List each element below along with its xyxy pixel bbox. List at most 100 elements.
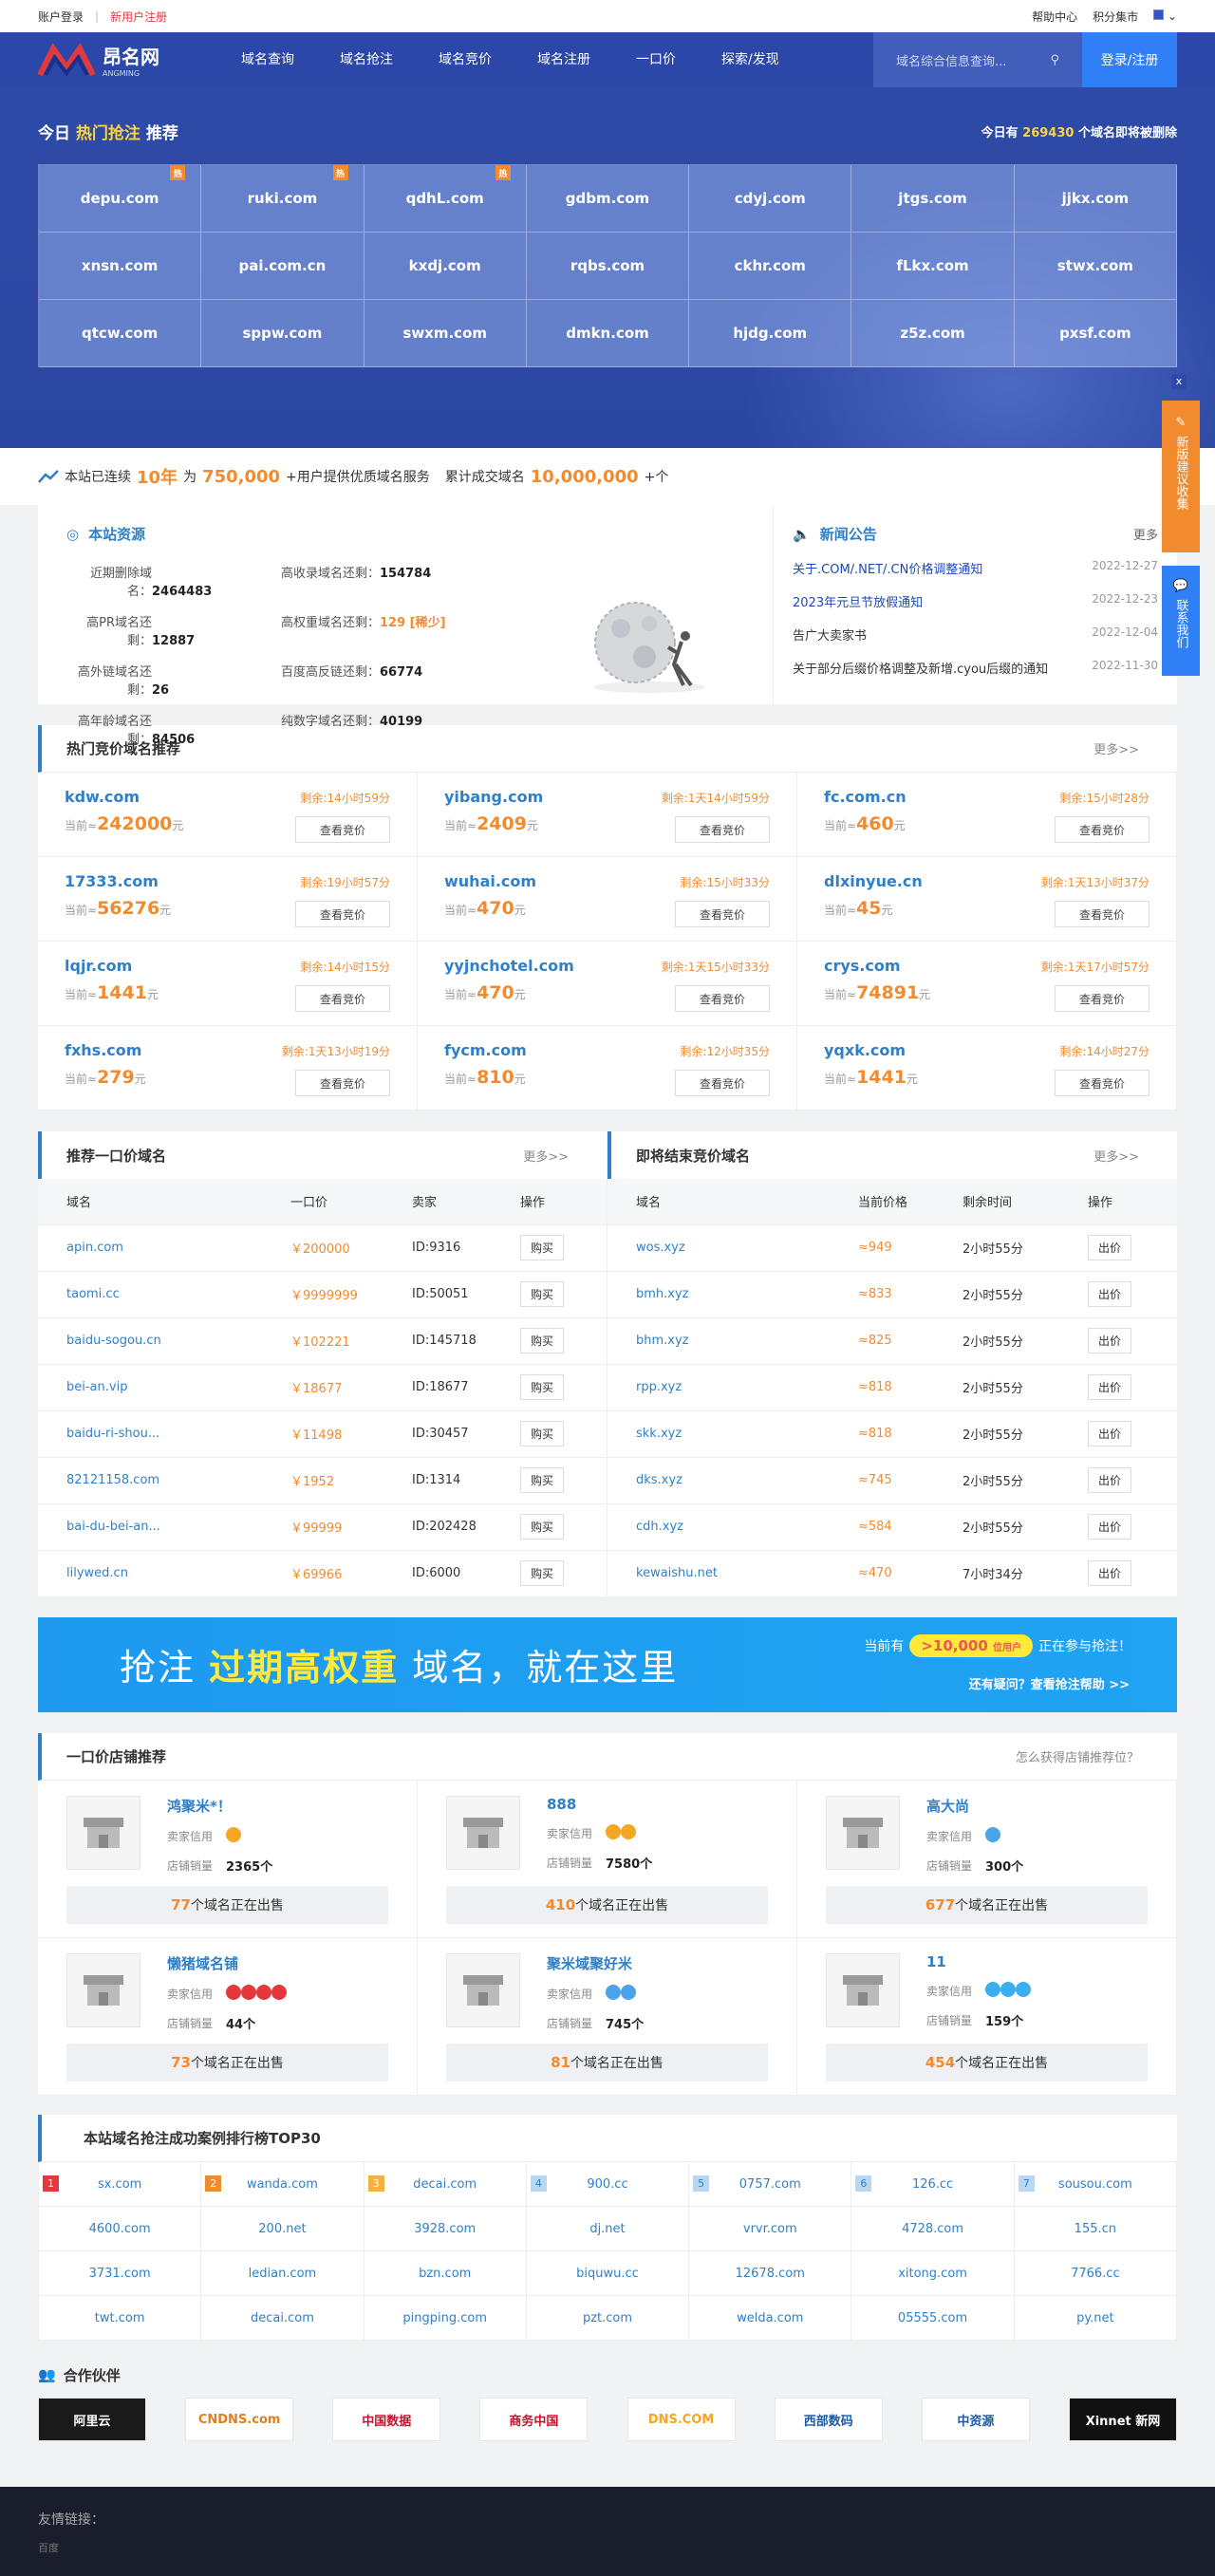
domain-cell[interactable]: bei-an.vip [38, 1363, 262, 1410]
top30-cell[interactable]: 12678.com [689, 2251, 852, 2296]
shop-card[interactable]: 鸿聚米*！ 卖家信用 店铺销量 2365个 77 个域名正在出售 [38, 1781, 418, 1938]
top30-domain[interactable]: dj.net [589, 2222, 625, 2236]
hot-domain-cell[interactable]: pai.com.cn [201, 233, 364, 300]
view-auction-button[interactable]: 查看竞价 [1055, 816, 1150, 843]
view-auction-button[interactable]: 查看竞价 [675, 985, 770, 1012]
top30-cell[interactable]: sousou.com 7 [1014, 2162, 1177, 2207]
contact-float-button[interactable]: 💬 联系我们 [1162, 566, 1200, 676]
buy-button[interactable]: 购买 [520, 1560, 565, 1587]
news-title-link[interactable]: 关于.COM/.NET/.CN价格调整通知 [793, 559, 982, 577]
top30-domain[interactable]: 0757.com [739, 2177, 801, 2192]
partner-logo[interactable]: DNS.COM [626, 2398, 736, 2441]
top30-domain[interactable]: sousou.com [1058, 2177, 1132, 2192]
top30-domain[interactable]: 155.cn [1075, 2222, 1116, 2236]
top30-domain[interactable]: py.net [1076, 2311, 1114, 2325]
shop-name[interactable]: 聚米域聚好米 [547, 1953, 768, 1973]
hot-domain-cell[interactable]: ruki.com 热 [201, 165, 364, 233]
top30-domain[interactable]: 7766.cc [1071, 2267, 1120, 2281]
news-item[interactable]: 关于.COM/.NET/.CN价格调整通知 2022-12-27 [793, 559, 1158, 577]
hot-domain-cell[interactable]: hjdg.com [689, 300, 852, 367]
partner-logo[interactable]: 阿里云 [38, 2398, 146, 2441]
nav-item[interactable]: 域名注册 [514, 32, 613, 87]
top30-cell[interactable]: 4728.com [851, 2207, 1015, 2251]
nav-item[interactable]: 域名抢注 [317, 32, 416, 87]
domain-cell[interactable]: cdh.xyz [608, 1503, 830, 1550]
top30-domain[interactable]: 12678.com [736, 2267, 805, 2281]
domain-cell[interactable]: baidu-ri-shou... [38, 1409, 262, 1457]
news-item[interactable]: 2023年元旦节放假通知 2022-12-23 [793, 592, 1158, 610]
shop-name[interactable]: 懒猪域名铺 [167, 1953, 388, 1973]
shop-selling-count[interactable]: 410 个域名正在出售 [446, 1886, 768, 1924]
top30-domain[interactable]: xitong.com [898, 2267, 967, 2281]
hot-domain-cell[interactable]: jjkx.com [1014, 165, 1177, 233]
partner-logo[interactable]: 西部数码 [774, 2398, 883, 2441]
hot-domain-cell[interactable]: jtgs.com [851, 165, 1015, 233]
hot-domain-cell[interactable]: stwx.com [1014, 233, 1177, 300]
top30-domain[interactable]: ledian.com [249, 2267, 317, 2281]
buy-button[interactable]: 购买 [520, 1421, 565, 1447]
partner-logo[interactable]: CNDNS.com [185, 2398, 294, 2441]
top30-domain[interactable]: 05555.com [898, 2311, 967, 2325]
top30-cell[interactable]: pzt.com [526, 2296, 690, 2341]
fixed-more-link[interactable]: 更多>> [523, 1147, 569, 1165]
shop-card[interactable]: 高大尚 卖家信用 店铺销量 300个 677 个域名正在出售 [797, 1781, 1177, 1938]
top30-cell[interactable]: twt.com [39, 2296, 202, 2341]
view-auction-button[interactable]: 查看竞价 [295, 1070, 390, 1096]
shop-selling-count[interactable]: 454 个域名正在出售 [826, 2044, 1148, 2081]
top30-domain[interactable]: 900.cc [587, 2177, 627, 2192]
partner-logo[interactable]: 中国数据 [332, 2398, 441, 2441]
nav-item[interactable]: 一口价 [613, 32, 699, 87]
nav-item[interactable]: 域名查询 [218, 32, 317, 87]
top30-domain[interactable]: bzn.com [419, 2267, 471, 2281]
bid-button[interactable]: 出价 [1088, 1328, 1132, 1353]
view-auction-button[interactable]: 查看竞价 [675, 1070, 770, 1096]
register-link[interactable]: 新用户注册 [110, 9, 167, 25]
hot-domain-cell[interactable]: qdhL.com 热 [364, 165, 527, 233]
view-auction-button[interactable]: 查看竞价 [675, 816, 770, 843]
shop-name[interactable]: 11 [926, 1953, 1148, 1970]
login-register-button[interactable]: 登录/注册 [1082, 32, 1177, 87]
top30-domain[interactable]: 3731.com [89, 2267, 151, 2281]
nav-item[interactable]: 域名竞价 [416, 32, 514, 87]
hot-domain-cell[interactable]: xnsn.com [39, 233, 202, 300]
top30-cell[interactable]: 0757.com 5 [689, 2162, 852, 2207]
bid-button[interactable]: 出价 [1088, 1467, 1132, 1493]
domain-cell[interactable]: taomi.cc [38, 1270, 262, 1317]
top30-cell[interactable]: 900.cc 4 [526, 2162, 690, 2207]
partner-logo[interactable]: 中资源 [921, 2398, 1030, 2441]
auction-more-link[interactable]: 更多>> [1094, 739, 1139, 757]
buy-button[interactable]: 购买 [520, 1374, 565, 1400]
shop-card[interactable]: 11 卖家信用 店铺销量 159个 454 个域名正在出售 [797, 1938, 1177, 2096]
top30-domain[interactable]: pingping.com [402, 2311, 487, 2325]
news-title-link[interactable]: 关于部分后缀价格调整及新增.cyou后缀的通知 [793, 659, 1048, 677]
news-title-link[interactable]: 2023年元旦节放假通知 [793, 592, 923, 610]
top30-cell[interactable]: sx.com 1 [39, 2162, 202, 2207]
top30-cell[interactable]: decai.com [201, 2296, 364, 2341]
hot-domain-cell[interactable]: swxm.com [364, 300, 527, 367]
language-switch[interactable]: ⌄ [1153, 9, 1177, 23]
domain-cell[interactable]: wos.xyz [608, 1223, 830, 1271]
domain-cell[interactable]: bai-du-bei-an... [38, 1503, 262, 1550]
bid-button[interactable]: 出价 [1088, 1281, 1132, 1307]
top30-domain[interactable]: 4728.com [902, 2222, 963, 2236]
login-link[interactable]: 账户登录 [38, 9, 84, 25]
top30-cell[interactable]: 05555.com [851, 2296, 1015, 2341]
shop-name[interactable]: 鸿聚米*！ [167, 1796, 388, 1816]
domain-cell[interactable]: 82121158.com [38, 1456, 262, 1503]
shop-card[interactable]: 懒猪域名铺 卖家信用 店铺销量 44个 73 个域名正在出售 [38, 1938, 418, 2096]
buy-button[interactable]: 购买 [520, 1467, 565, 1493]
top30-cell[interactable]: 126.cc 6 [851, 2162, 1015, 2207]
top30-cell[interactable]: biquwu.cc [526, 2251, 690, 2296]
top30-domain[interactable]: biquwu.cc [576, 2267, 639, 2281]
top30-cell[interactable]: bzn.com [364, 2251, 527, 2296]
top30-cell[interactable]: 200.net [201, 2207, 364, 2251]
top30-cell[interactable]: ledian.com [201, 2251, 364, 2296]
view-auction-button[interactable]: 查看竞价 [1055, 1070, 1150, 1096]
bid-button[interactable]: 出价 [1088, 1514, 1132, 1540]
search-icon[interactable]: ⚲ [1050, 53, 1059, 67]
news-title-link[interactable]: 告广大卖家书 [793, 625, 867, 644]
top30-cell[interactable]: 3928.com [364, 2207, 527, 2251]
shop-card[interactable]: 888 卖家信用 店铺销量 7580个 410 个域名正在出售 [418, 1781, 797, 1938]
hot-domain-cell[interactable]: dmkn.com [526, 300, 690, 367]
domain-cell[interactable]: kewaishu.net [608, 1549, 830, 1596]
